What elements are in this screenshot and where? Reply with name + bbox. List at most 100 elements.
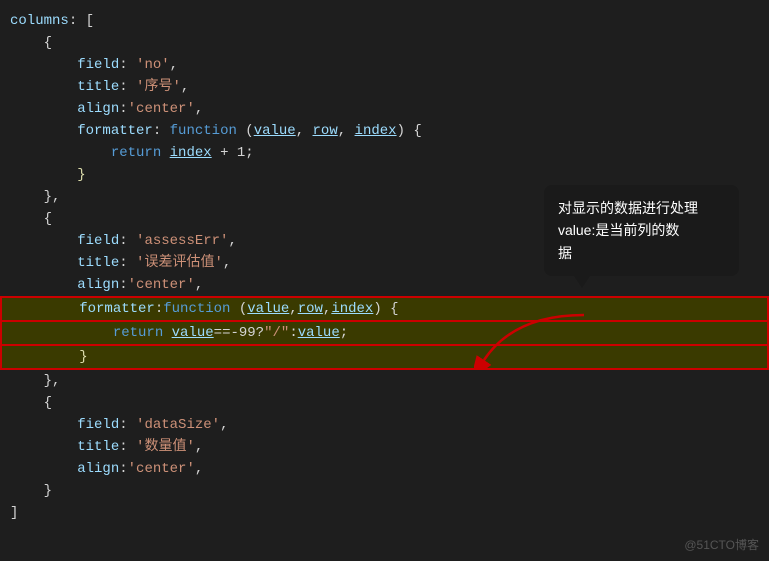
code-text: title <box>77 76 119 98</box>
code-line-8: } <box>0 164 769 186</box>
code-text: function <box>163 298 230 320</box>
tooltip-text: 对显示的数据进行 <box>558 200 670 216</box>
code-container: columns: [ { field: 'no', title: '序号', a… <box>0 0 769 561</box>
code-text: formatter <box>77 120 153 142</box>
code-text: , <box>220 414 228 436</box>
arrow-container <box>474 310 594 375</box>
code-text: : <box>119 252 136 274</box>
arrow-icon <box>474 310 594 370</box>
code-text: columns <box>10 10 69 32</box>
tooltip-bubble: 对显示的数据进行处理 value:是当前列的数 据 <box>544 185 739 276</box>
code-line-4: title: '序号', <box>0 76 769 98</box>
code-line-2: { <box>0 32 769 54</box>
code-text: formatter <box>79 298 155 320</box>
code-text <box>10 436 77 458</box>
code-text: 'no' <box>136 54 170 76</box>
code-text: , <box>195 436 203 458</box>
code-text: { <box>10 392 52 414</box>
code-text: + 1; <box>212 142 254 164</box>
code-text: align <box>77 274 119 296</box>
code-text: return <box>111 142 161 164</box>
code-text: : <box>119 274 127 296</box>
code-text: title <box>77 252 119 274</box>
code-text: ( <box>230 298 247 320</box>
code-text: : [ <box>69 10 94 32</box>
code-line-13: align:'center', <box>0 274 769 296</box>
code-text: { <box>10 32 52 54</box>
code-line-18: { <box>0 392 769 414</box>
code-text: field <box>77 54 119 76</box>
code-text: } <box>77 164 85 186</box>
code-text: : <box>119 230 136 252</box>
code-text <box>12 322 113 344</box>
code-text: align <box>77 98 119 120</box>
code-text <box>10 230 77 252</box>
code-text: value <box>298 322 340 344</box>
code-text: title <box>77 436 119 458</box>
code-text: ) { <box>397 120 422 142</box>
code-text <box>10 414 77 436</box>
code-line-6: formatter: function (value, row, index) … <box>0 120 769 142</box>
code-text: : <box>153 120 170 142</box>
code-line-16-highlighted: } <box>0 344 769 370</box>
code-text: row <box>298 298 323 320</box>
code-text <box>163 322 171 344</box>
code-text <box>161 142 169 164</box>
code-text: , <box>323 298 331 320</box>
code-text: '数量值' <box>136 436 195 458</box>
code-text <box>10 98 77 120</box>
code-text: ] <box>10 502 18 524</box>
watermark: @51CTO博客 <box>684 536 759 553</box>
tooltip-text4: 据 <box>558 245 572 261</box>
code-text: , <box>338 120 355 142</box>
code-text <box>12 298 79 320</box>
code-text: align <box>77 458 119 480</box>
code-line-1: columns: [ <box>0 10 769 32</box>
code-text: , <box>296 120 313 142</box>
code-text: : <box>289 322 297 344</box>
code-text: ==-99? <box>214 322 264 344</box>
code-text: : <box>119 436 136 458</box>
code-text: , <box>195 274 203 296</box>
code-text: ( <box>237 120 254 142</box>
code-line-14-highlighted: formatter:function (value,row,index) { <box>0 296 769 322</box>
code-line-20: title: '数量值', <box>0 436 769 458</box>
tooltip-text2: 处理 <box>670 200 698 216</box>
code-text: : <box>119 98 127 120</box>
code-text: , <box>195 458 203 480</box>
code-text: field <box>77 230 119 252</box>
code-text: 'dataSize' <box>136 414 220 436</box>
code-text <box>10 164 77 186</box>
code-text: : <box>119 76 136 98</box>
code-text: , <box>289 298 297 320</box>
code-line-5: align:'center', <box>0 98 769 120</box>
code-text: : <box>155 298 163 320</box>
code-text <box>10 120 77 142</box>
code-text <box>10 76 77 98</box>
code-text: }, <box>10 186 60 208</box>
code-line-19: field: 'dataSize', <box>0 414 769 436</box>
code-text: } <box>79 346 87 368</box>
code-text: }, <box>10 370 60 392</box>
code-text: row <box>313 120 338 142</box>
code-text: , <box>223 252 231 274</box>
code-line-7: return index + 1; <box>0 142 769 164</box>
code-text: : <box>119 54 136 76</box>
code-text: value <box>172 322 214 344</box>
code-text: 'center' <box>128 458 195 480</box>
code-text: value <box>254 120 296 142</box>
code-line-15-highlighted: return value==-99?"/":value; <box>0 322 769 344</box>
code-text <box>10 252 77 274</box>
code-text: : <box>119 458 127 480</box>
code-line-17: }, <box>0 370 769 392</box>
code-text: , <box>195 98 203 120</box>
code-text: "/" <box>264 322 289 344</box>
code-text: 'assessErr' <box>136 230 228 252</box>
code-text: , <box>181 76 189 98</box>
code-text: ) { <box>373 298 398 320</box>
code-line-21: align:'center', <box>0 458 769 480</box>
code-text: } <box>10 480 52 502</box>
code-text: index <box>170 142 212 164</box>
code-text: index <box>331 298 373 320</box>
code-text: value <box>247 298 289 320</box>
